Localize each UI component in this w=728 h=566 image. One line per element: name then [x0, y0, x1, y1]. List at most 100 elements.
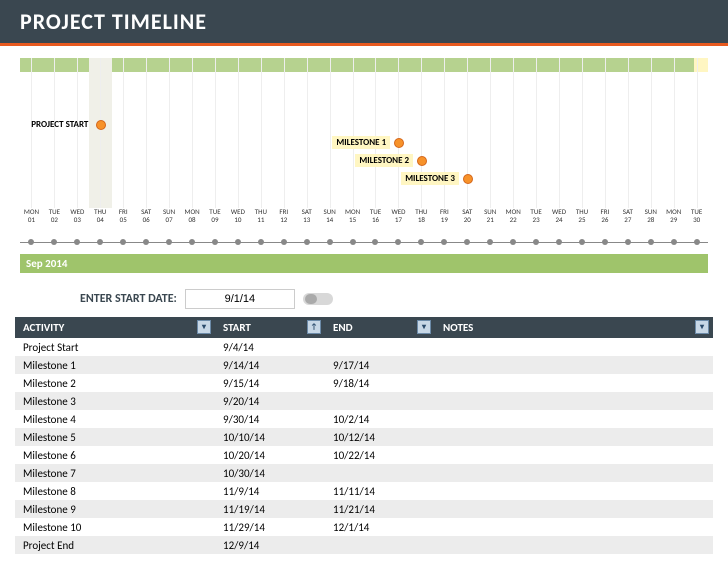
cell-activity[interactable]: Milestone 7 [15, 464, 215, 482]
cell-notes[interactable] [435, 500, 713, 518]
milestone-marker[interactable]: MILESTONE 1 [332, 136, 404, 149]
gridline [215, 58, 216, 208]
scroll-slider[interactable] [303, 293, 333, 305]
axis-dot [418, 239, 424, 245]
gridline [353, 58, 354, 208]
cell-end[interactable] [325, 392, 435, 410]
axis-dot [28, 239, 34, 245]
cell-notes[interactable] [435, 536, 713, 554]
table-row[interactable]: Project Start9/4/14 [15, 338, 713, 356]
cell-start[interactable]: 9/14/14 [215, 356, 325, 374]
cell-end[interactable]: 12/1/14 [325, 518, 435, 536]
axis-dot [143, 239, 149, 245]
table-row[interactable]: Milestone 610/20/1410/22/14 [15, 446, 713, 464]
cell-end[interactable]: 10/12/14 [325, 428, 435, 446]
cell-start[interactable]: 9/20/14 [215, 392, 325, 410]
filter-icon[interactable]: ▾ [417, 320, 431, 334]
cell-activity[interactable]: Milestone 5 [15, 428, 215, 446]
cell-notes[interactable] [435, 518, 713, 536]
cell-activity[interactable]: Milestone 3 [15, 392, 215, 410]
sort-asc-icon[interactable]: ↑ [307, 320, 321, 334]
axis-dot [74, 239, 80, 245]
cell-notes[interactable] [435, 446, 713, 464]
axis-dot [671, 239, 677, 245]
cell-activity[interactable]: Milestone 8 [15, 482, 215, 500]
cell-start[interactable]: 11/29/14 [215, 518, 325, 536]
activity-table: ACTIVITY▾ START↑ END▾ NOTES▾ Project Sta… [15, 317, 713, 554]
milestone-marker[interactable]: MILESTONE 2 [355, 154, 427, 167]
start-date-input[interactable] [185, 289, 295, 309]
cell-notes[interactable] [435, 482, 713, 500]
cell-start[interactable]: 11/19/14 [215, 500, 325, 518]
table-body: Project Start9/4/14Milestone 19/14/149/1… [15, 338, 713, 554]
header-notes[interactable]: NOTES▾ [435, 317, 713, 338]
cell-notes[interactable] [435, 338, 713, 356]
axis-tick: SUN07 [158, 208, 181, 240]
header-activity[interactable]: ACTIVITY▾ [15, 317, 215, 338]
table-row[interactable]: Milestone 29/15/149/18/14 [15, 374, 713, 392]
cell-activity[interactable]: Milestone 6 [15, 446, 215, 464]
cell-start[interactable]: 9/15/14 [215, 374, 325, 392]
cell-end[interactable]: 9/18/14 [325, 374, 435, 392]
gridline [54, 58, 55, 208]
axis-tick: SAT13 [295, 208, 318, 240]
cell-activity[interactable]: Project End [15, 536, 215, 554]
axis-tick: WED17 [387, 208, 410, 240]
cell-end[interactable]: 10/2/14 [325, 410, 435, 428]
cell-activity[interactable]: Milestone 2 [15, 374, 215, 392]
cell-notes[interactable] [435, 356, 713, 374]
cell-end[interactable] [325, 536, 435, 554]
axis-dot [372, 239, 378, 245]
filter-icon[interactable]: ▾ [197, 320, 211, 334]
cell-activity[interactable]: Milestone 1 [15, 356, 215, 374]
cell-start[interactable]: 9/4/14 [215, 338, 325, 356]
cell-activity[interactable]: Milestone 9 [15, 500, 215, 518]
gridline [375, 58, 376, 208]
axis-dot [625, 239, 631, 245]
header-end[interactable]: END▾ [325, 317, 435, 338]
table-row[interactable]: Milestone 710/30/14 [15, 464, 713, 482]
header-start[interactable]: START↑ [215, 317, 325, 338]
table-row[interactable]: Milestone 510/10/1410/12/14 [15, 428, 713, 446]
gridline [238, 58, 239, 208]
milestone-label: MILESTONE 3 [401, 172, 459, 185]
cell-notes[interactable] [435, 464, 713, 482]
table-row[interactable]: Project End12/9/14 [15, 536, 713, 554]
filter-icon[interactable]: ▾ [695, 320, 709, 334]
cell-activity[interactable]: Milestone 4 [15, 410, 215, 428]
table-row[interactable]: Milestone 811/9/1411/11/14 [15, 482, 713, 500]
table-row[interactable]: Milestone 39/20/14 [15, 392, 713, 410]
cell-start[interactable]: 11/9/14 [215, 482, 325, 500]
cell-start[interactable]: 10/30/14 [215, 464, 325, 482]
cell-notes[interactable] [435, 410, 713, 428]
table-row[interactable]: Milestone 1011/29/1412/1/14 [15, 518, 713, 536]
cell-end[interactable] [325, 338, 435, 356]
milestone-dot-icon [463, 174, 473, 184]
table-row[interactable]: Milestone 49/30/1410/2/14 [15, 410, 713, 428]
timeline-body: PROJECT START MILESTONE 1 MILESTONE 2 MILES… [20, 78, 708, 208]
table-row[interactable]: Milestone 911/19/1411/21/14 [15, 500, 713, 518]
cell-end[interactable]: 11/11/14 [325, 482, 435, 500]
gridline [582, 58, 583, 208]
cell-start[interactable]: 12/9/14 [215, 536, 325, 554]
cell-notes[interactable] [435, 392, 713, 410]
cell-end[interactable] [325, 464, 435, 482]
axis-dot [487, 239, 493, 245]
axis-tick: THU25 [571, 208, 594, 240]
axis-dot [189, 239, 195, 245]
gridline [398, 58, 399, 208]
cell-end[interactable]: 9/17/14 [325, 356, 435, 374]
cell-notes[interactable] [435, 428, 713, 446]
axis-dot [281, 239, 287, 245]
cell-activity[interactable]: Project Start [15, 338, 215, 356]
cell-activity[interactable]: Milestone 10 [15, 518, 215, 536]
cell-start[interactable]: 10/20/14 [215, 446, 325, 464]
cell-end[interactable]: 11/21/14 [325, 500, 435, 518]
cell-start[interactable]: 9/30/14 [215, 410, 325, 428]
cell-notes[interactable] [435, 374, 713, 392]
milestone-marker[interactable]: PROJECT START [27, 118, 106, 131]
milestone-marker[interactable]: MILESTONE 3 [401, 172, 473, 185]
cell-start[interactable]: 10/10/14 [215, 428, 325, 446]
cell-end[interactable]: 10/22/14 [325, 446, 435, 464]
table-row[interactable]: Milestone 19/14/149/17/14 [15, 356, 713, 374]
